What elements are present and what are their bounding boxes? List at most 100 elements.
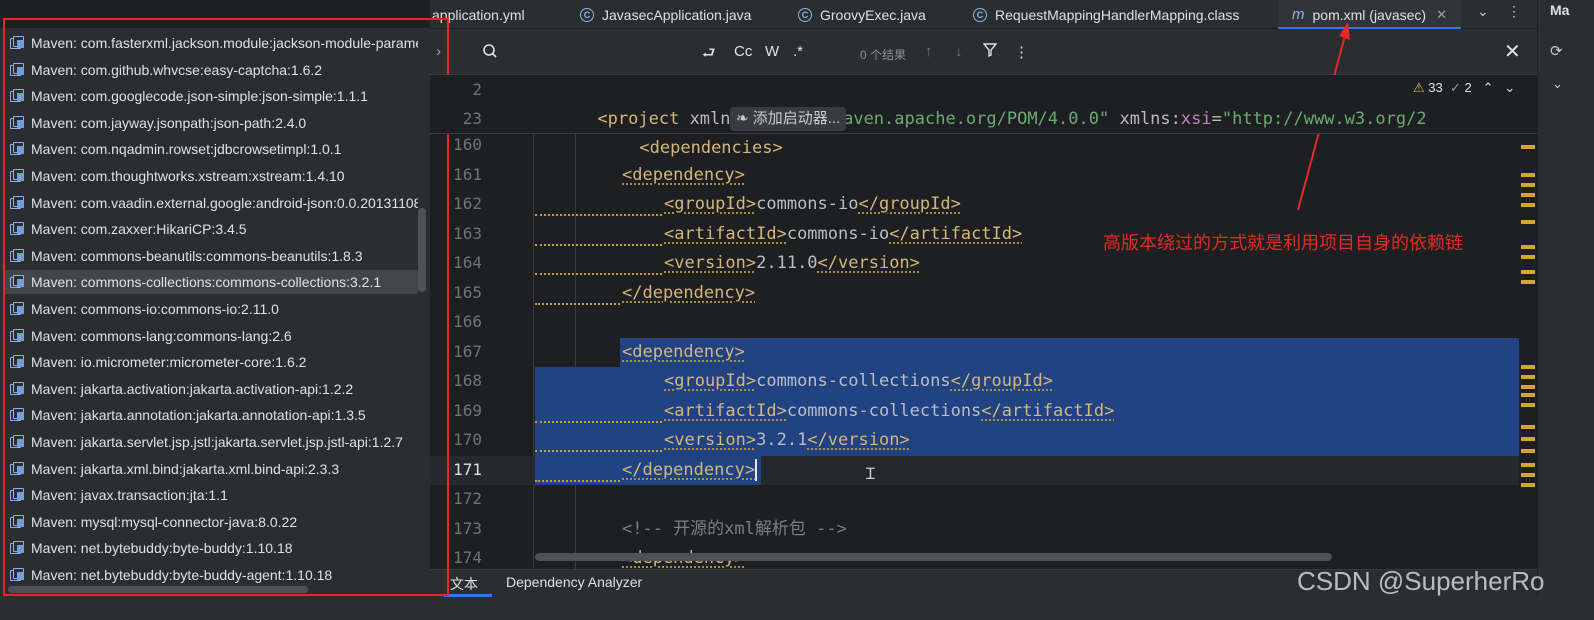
- library-item[interactable]: Maven: net.bytebuddy:byte-buddy-agent:1.…: [4, 563, 418, 587]
- warning-marker[interactable]: [1521, 145, 1535, 149]
- library-item[interactable]: Maven: com.nqadmin.rowset:jdbcrowsetimpl…: [4, 137, 418, 161]
- editor-horizontal-scrollbar[interactable]: [535, 553, 1332, 561]
- tab-request-mapping-handler-mapping[interactable]: C RequestMappingHandlerMapping.class: [973, 0, 1239, 29]
- project-tree-horizontal-scrollbar[interactable]: [8, 586, 308, 593]
- filter-icon[interactable]: [982, 43, 998, 61]
- library-icon: [10, 169, 26, 183]
- leaf-icon: ❧: [736, 110, 749, 127]
- tab-groovy-exec[interactable]: C GroovyExec.java: [798, 0, 926, 29]
- code-line[interactable]: [430, 485, 1537, 514]
- sticky-line-project[interactable]: <project xmlns="http://maven.apache.org/…: [430, 76, 1537, 129]
- collapse-chevron-icon[interactable]: ›: [436, 43, 441, 60]
- warning-marker[interactable]: [1521, 463, 1535, 467]
- status-bar: [0, 597, 1594, 620]
- sticky-line-dependencies[interactable]: <dependencies>: [430, 105, 1537, 158]
- library-icon: [10, 115, 26, 130]
- add-starter-label: 添加启动器...: [752, 110, 841, 127]
- library-label: Maven: io.micrometer:micrometer-core:1.6…: [31, 354, 307, 371]
- library-item[interactable]: Maven: commons-beanutils:commons-beanuti…: [4, 244, 418, 268]
- warning-marker[interactable]: [1521, 280, 1535, 284]
- library-icon: [10, 461, 26, 476]
- code-line[interactable]: <groupId>commons-collections</groupId>: [430, 367, 1537, 396]
- library-label: Maven: net.bytebuddy:byte-buddy-agent:1.…: [31, 567, 333, 583]
- library-item[interactable]: Maven: jakarta.servlet.jsp.jstl:jakarta.…: [4, 430, 418, 454]
- library-item[interactable]: Maven: com.thoughtworks.xstream:xstream:…: [4, 164, 418, 188]
- library-item[interactable]: Maven: jakarta.annotation:jakarta.annota…: [4, 403, 418, 427]
- library-item[interactable]: Maven: com.jayway.jsonpath:json-path:2.4…: [4, 111, 418, 135]
- error-stripe: [1519, 75, 1537, 569]
- library-item[interactable]: Maven: javax.transaction:jta:1.1: [4, 483, 418, 507]
- warning-marker[interactable]: [1521, 203, 1535, 207]
- library-item[interactable]: Maven: com.googlecode.json-simple:json-s…: [4, 84, 418, 108]
- more-vertical-icon[interactable]: ⋮: [1507, 3, 1521, 20]
- tab-label: GroovyExec.java: [820, 6, 926, 23]
- add-starter-button[interactable]: ❧ 添加启动器...: [730, 107, 847, 131]
- warning-marker[interactable]: [1521, 437, 1535, 441]
- code-line[interactable]: <groupId>commons-io</groupId>: [430, 190, 1537, 219]
- warning-marker[interactable]: [1521, 449, 1535, 453]
- warning-marker[interactable]: [1521, 385, 1535, 389]
- warning-marker[interactable]: [1521, 193, 1535, 197]
- project-tree-vertical-scrollbar[interactable]: [418, 208, 426, 292]
- new-line-icon[interactable]: ⮐: [702, 43, 716, 68]
- chevron-down-icon[interactable]: ⌄: [1504, 80, 1515, 95]
- warning-marker[interactable]: [1521, 173, 1535, 177]
- warning-marker[interactable]: [1521, 375, 1535, 379]
- library-item[interactable]: Maven: com.fasterxml.jackson.module:jack…: [4, 31, 418, 55]
- chevron-down-icon[interactable]: ⌄: [1552, 76, 1563, 92]
- close-icon[interactable]: ✕: [1436, 7, 1447, 23]
- code-line[interactable]: <!-- 开源的xml解析包 -->: [430, 515, 1537, 544]
- arrow-up-icon[interactable]: ↑: [925, 43, 933, 60]
- code-line[interactable]: </dependency>: [430, 279, 1537, 308]
- code-line[interactable]: <dependency>: [430, 338, 1537, 367]
- chevron-up-icon[interactable]: ⌃: [1483, 80, 1494, 95]
- library-item[interactable]: Maven: commons-lang:commons-lang:2.6: [4, 324, 418, 348]
- regex-toggle[interactable]: .*: [793, 43, 803, 60]
- library-item[interactable]: Maven: jakarta.xml.bind:jakarta.xml.bind…: [4, 457, 418, 481]
- warning-marker[interactable]: [1521, 393, 1535, 397]
- warning-marker[interactable]: [1521, 220, 1535, 224]
- chevron-down-icon[interactable]: ⌄: [1477, 3, 1489, 20]
- whole-word-toggle[interactable]: W: [765, 43, 779, 60]
- text-caret: [755, 458, 758, 481]
- library-item[interactable]: Maven: commons-collections:commons-colle…: [4, 270, 418, 295]
- code-line[interactable]: [430, 308, 1537, 337]
- warning-marker[interactable]: [1521, 483, 1535, 487]
- more-options-icon[interactable]: ⋮: [1014, 43, 1029, 61]
- code-line[interactable]: </dependency>: [430, 456, 1537, 485]
- search-icon[interactable]: [482, 43, 500, 63]
- warning-marker[interactable]: [1521, 365, 1535, 369]
- library-item[interactable]: Maven: jakarta.activation:jakarta.activa…: [4, 377, 418, 401]
- inspection-widget[interactable]: ⚠ 33 ✓ 2 ⌃ ⌄: [1413, 80, 1515, 96]
- library-item[interactable]: Maven: commons-io:commons-io:2.11.0: [4, 297, 418, 321]
- library-item[interactable]: Maven: mysql:mysql-connector-java:8.0.22: [4, 510, 418, 534]
- warning-marker[interactable]: [1521, 183, 1535, 187]
- code-line[interactable]: <version>3.2.1</version>: [430, 426, 1537, 455]
- code-line[interactable]: <artifactId>commons-collections</artifac…: [430, 397, 1537, 426]
- library-icon: [10, 514, 26, 529]
- library-item[interactable]: Maven: com.github.whvcse:easy-captcha:1.…: [4, 58, 418, 82]
- warning-marker[interactable]: [1521, 255, 1535, 259]
- reload-icon[interactable]: ⟳: [1550, 42, 1563, 60]
- tab-javasec-application[interactable]: C JavasecApplication.java: [580, 0, 751, 29]
- warning-marker[interactable]: [1521, 425, 1535, 429]
- library-item[interactable]: Maven: com.zaxxer:HikariCP:3.4.5: [4, 217, 418, 241]
- tab-text[interactable]: 文本: [450, 574, 478, 594]
- warning-marker[interactable]: [1521, 270, 1535, 274]
- warning-marker[interactable]: [1521, 473, 1535, 477]
- library-item[interactable]: Maven: com.vaadin.external.google:androi…: [4, 191, 418, 215]
- warning-marker[interactable]: [1521, 403, 1535, 407]
- close-icon[interactable]: ✕: [1504, 39, 1521, 64]
- warning-marker[interactable]: [1521, 245, 1535, 249]
- match-case-toggle[interactable]: Cc: [734, 43, 752, 60]
- tab-pom-xml[interactable]: m pom.xml (javasec) ✕: [1278, 0, 1461, 30]
- library-item[interactable]: Maven: io.micrometer:micrometer-core:1.6…: [4, 350, 418, 374]
- tab-application-yml[interactable]: application.yml: [432, 0, 525, 29]
- code-editor[interactable]: 160 161 <dependency> 162 <groupId>commons-io…: [430, 75, 1537, 569]
- library-item[interactable]: Maven: net.bytebuddy:byte-buddy:1.10.18: [4, 536, 418, 560]
- library-label: Maven: com.vaadin.external.google:androi…: [31, 194, 418, 211]
- library-icon: [10, 328, 26, 343]
- arrow-down-icon[interactable]: ↓: [955, 43, 963, 60]
- maven-toolwindow-label[interactable]: Ma: [1550, 2, 1569, 18]
- tab-dependency-analyzer[interactable]: Dependency Analyzer: [506, 574, 642, 590]
